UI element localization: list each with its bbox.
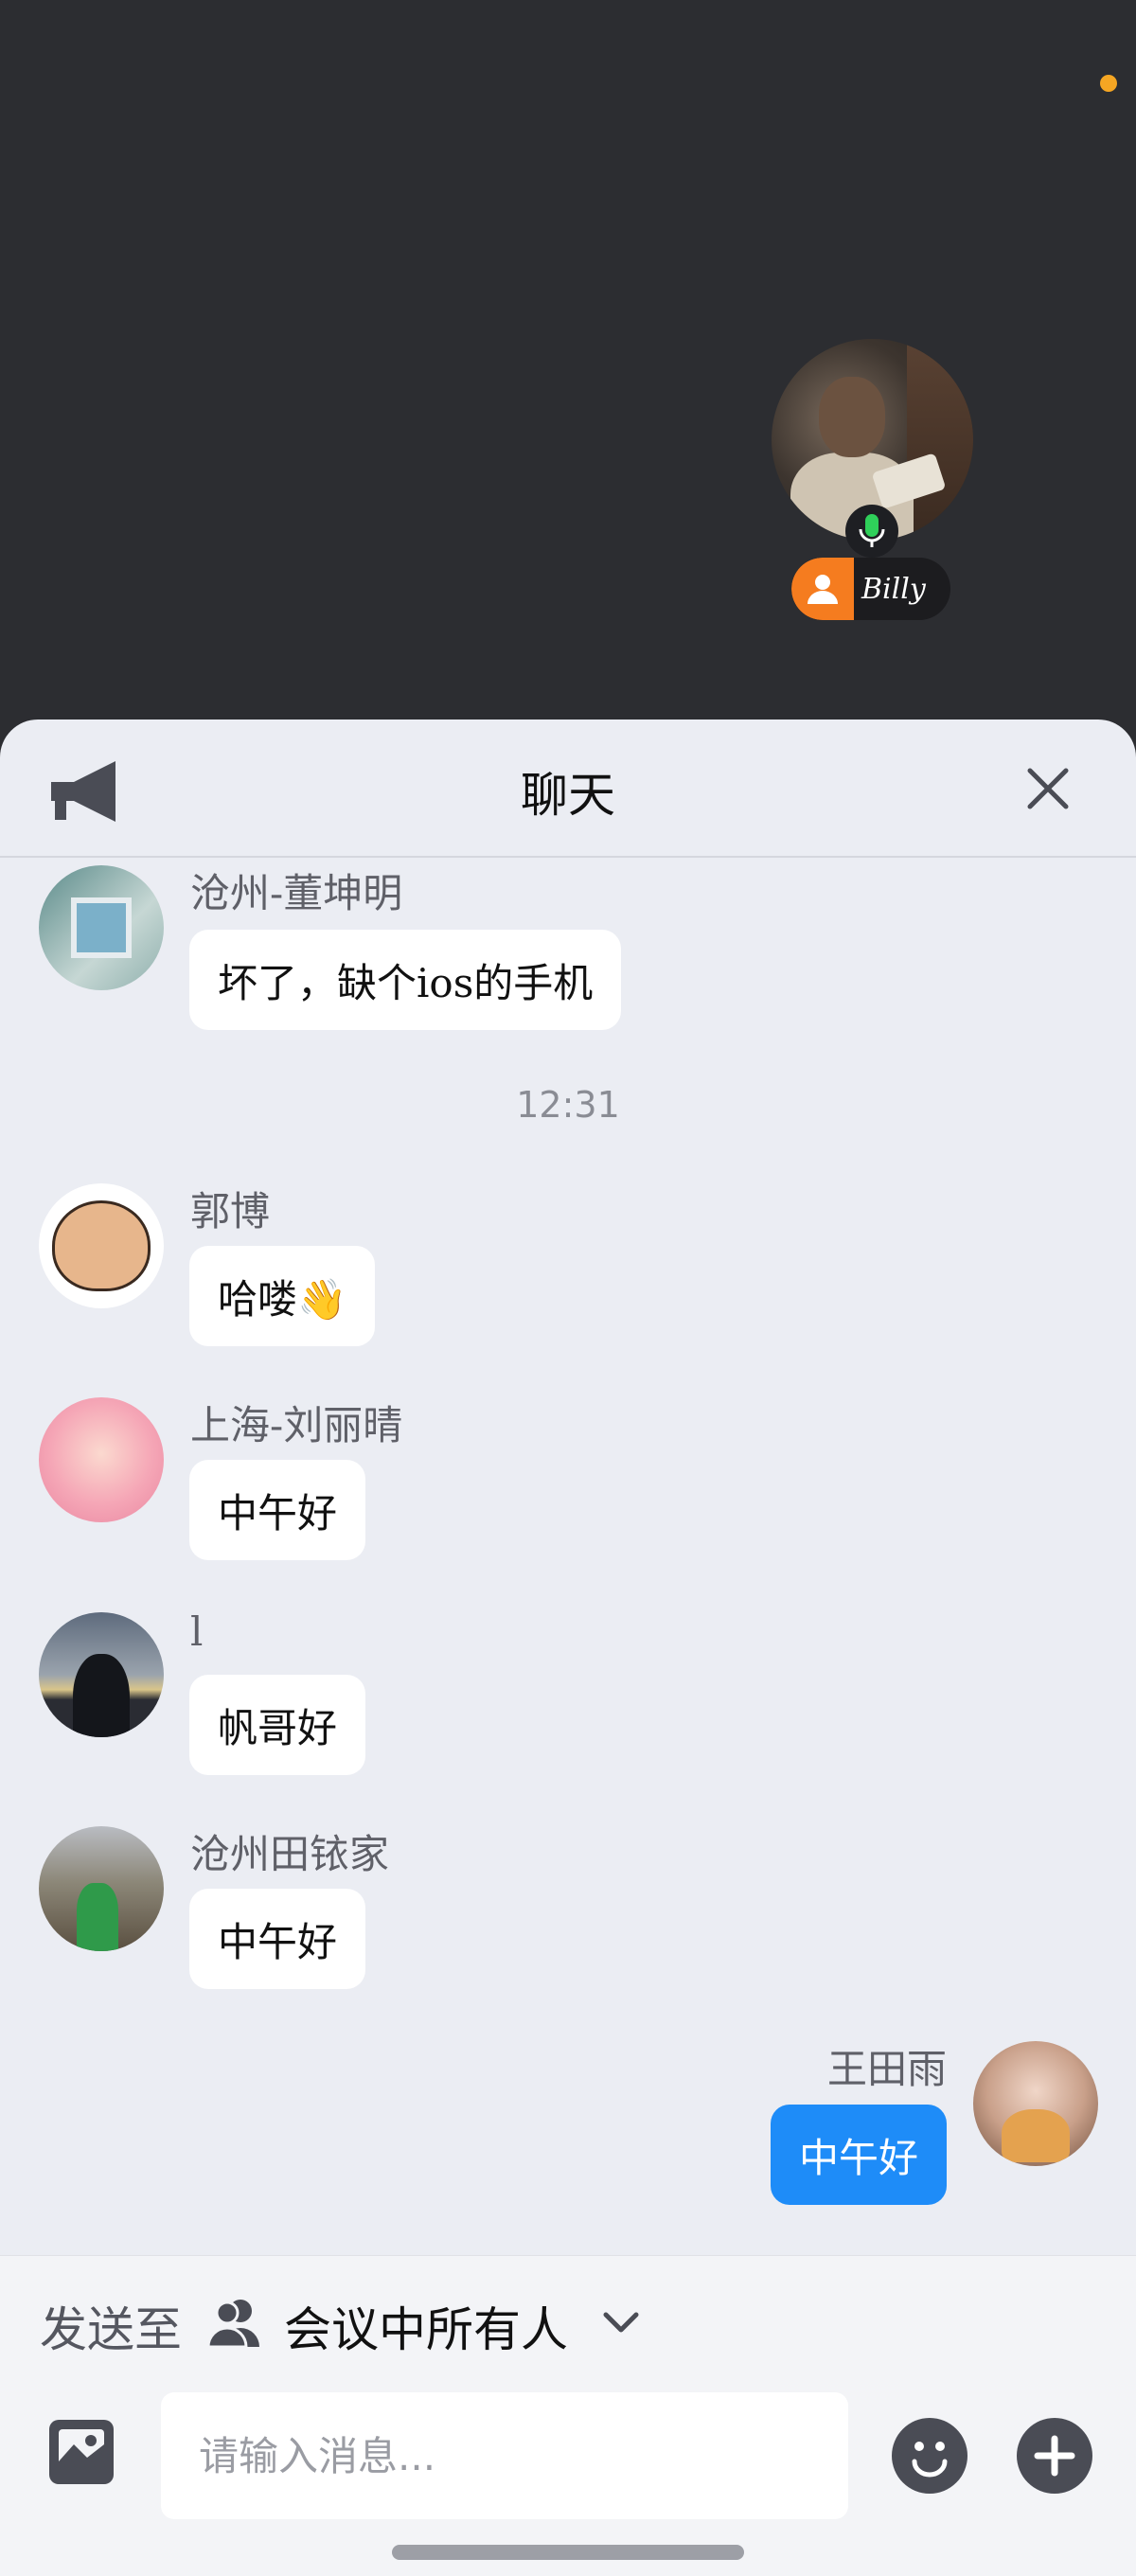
message-sender: 郭博	[190, 1188, 271, 1235]
send-to-target: 会议中所有人	[284, 2302, 568, 2357]
avatar-chip-image	[71, 897, 132, 958]
status-dot	[1100, 75, 1117, 92]
plus-icon	[1034, 2435, 1075, 2477]
chat-header: 聊天	[0, 720, 1136, 858]
chevron-down-icon[interactable]	[600, 2305, 642, 2339]
chat-sheet: 聊天 沧州-董坤明 坏了，缺个ios的手机 12:31 郭博 哈喽👋 上海-刘丽…	[0, 720, 1136, 2576]
avatar[interactable]	[973, 2041, 1098, 2166]
message-sender: 王田雨	[826, 2046, 947, 2092]
video-person-head	[819, 377, 885, 457]
close-icon[interactable]	[1024, 765, 1072, 812]
send-to-label: 发送至	[40, 2302, 182, 2357]
message-bubble[interactable]: 中午好	[770, 2105, 947, 2205]
message-bubble[interactable]: 中午好	[189, 1889, 366, 1989]
smiley-icon	[912, 2442, 948, 2478]
message-sender: 沧州-董坤明	[190, 870, 403, 916]
avatar-person	[77, 1883, 118, 1951]
participant-name: Billy	[861, 572, 926, 606]
avatar-silhouette	[73, 1654, 130, 1737]
mic-badge	[845, 505, 898, 558]
message-bubble[interactable]: 帆哥好	[189, 1675, 366, 1775]
avatar[interactable]	[39, 865, 164, 990]
participant-name-pill: Billy	[791, 558, 950, 620]
message-timestamp: 12:31	[516, 1084, 620, 1126]
message-bubble[interactable]: 坏了，缺个ios的手机	[189, 930, 622, 1030]
chat-title: 聊天	[521, 768, 615, 823]
avatar[interactable]	[39, 1612, 164, 1737]
add-button[interactable]	[1017, 2418, 1092, 2494]
video-background	[907, 339, 973, 541]
message-input[interactable]	[161, 2392, 848, 2519]
home-indicator	[392, 2545, 744, 2560]
group-icon	[206, 2300, 259, 2349]
avatar-cat	[1002, 2109, 1070, 2162]
person-icon	[808, 575, 838, 604]
avatar[interactable]	[39, 1826, 164, 1951]
host-role-badge	[791, 558, 854, 620]
message-bubble[interactable]: 中午好	[189, 1460, 366, 1560]
mic-icon	[859, 514, 885, 547]
message-bubble[interactable]: 哈喽👋	[189, 1246, 376, 1346]
message-sender: l	[190, 1608, 204, 1655]
message-sender: 沧州田铱家	[190, 1831, 390, 1877]
image-icon[interactable]	[45, 2416, 117, 2488]
emoji-button[interactable]	[892, 2418, 967, 2494]
send-to-bar[interactable]: 发送至 会议中所有人	[0, 2255, 1136, 2386]
avatar[interactable]	[39, 1183, 164, 1308]
avatar-dog-image	[52, 1200, 151, 1291]
message-sender: 上海-刘丽晴	[190, 1402, 403, 1448]
avatar[interactable]	[39, 1397, 164, 1522]
